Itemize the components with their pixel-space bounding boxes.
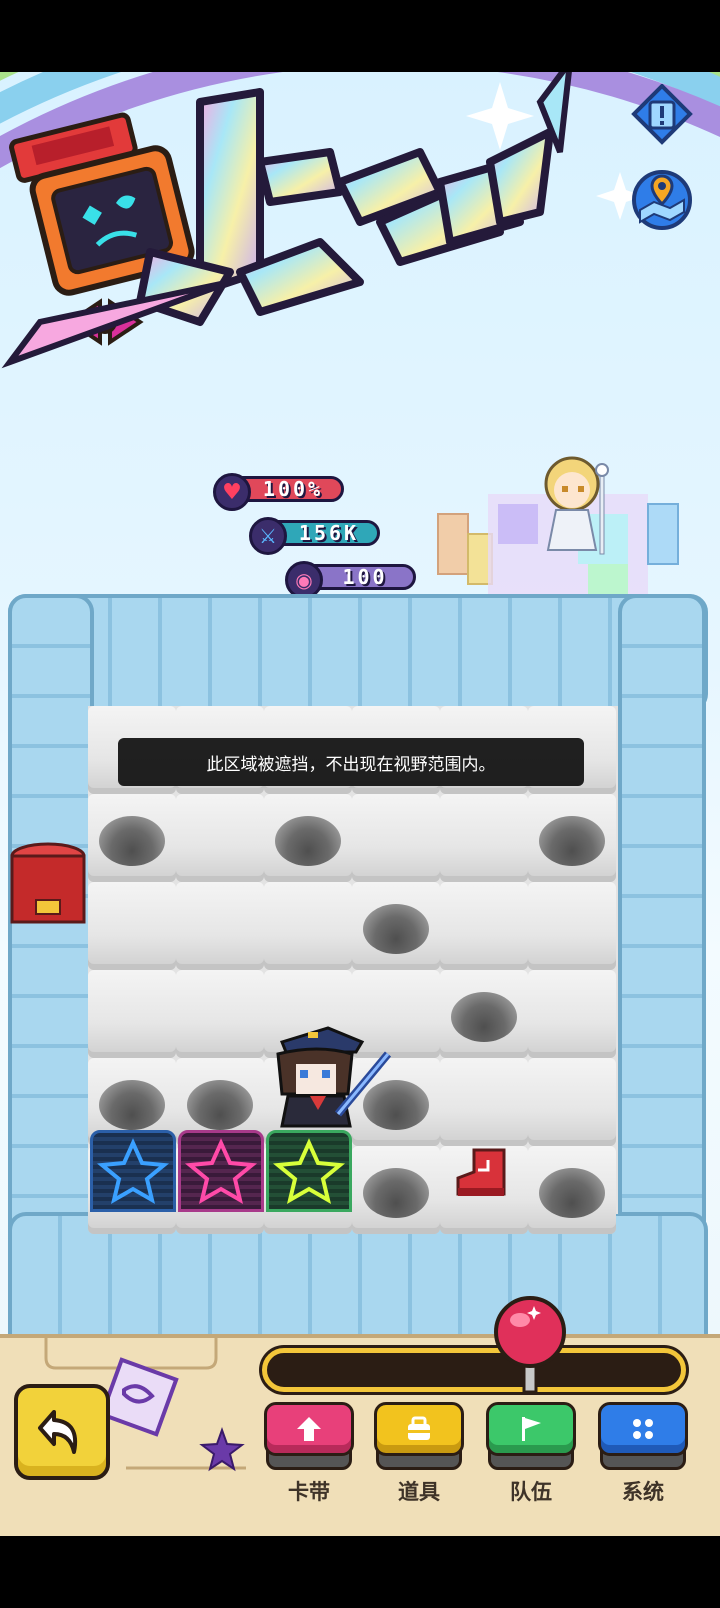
star-icon [272, 1138, 346, 1205]
floor-tile[interactable] [352, 794, 440, 882]
boot-item-icon[interactable] [456, 1146, 516, 1202]
items-button-label: 道具 [398, 1480, 440, 1504]
team-button-label: 队伍 [510, 1480, 552, 1504]
floor-tile[interactable] [264, 882, 352, 970]
floor-hole [539, 1168, 605, 1218]
grid-dots-icon [633, 1419, 653, 1439]
player-character[interactable] [268, 1024, 398, 1134]
floor-tile[interactable] [528, 1058, 616, 1146]
gem-stat: ◉ 100 [285, 561, 416, 599]
floor-tile[interactable] [88, 970, 176, 1058]
system-button[interactable] [598, 1402, 688, 1474]
game-scene: ♥ 100% ⚔ 156K ◉ 100 此区域被遮挡，不出现在视野范围内。 [0, 72, 720, 1536]
energy-bar [262, 1348, 686, 1392]
map-button[interactable] [630, 166, 694, 230]
floor-tile[interactable] [176, 794, 264, 882]
star-icon [96, 1138, 170, 1205]
floor-hole [363, 1168, 429, 1218]
sword-icon: ⚔ [249, 517, 287, 555]
npc-character[interactable] [428, 444, 690, 604]
items-button[interactable] [374, 1402, 464, 1474]
status-bar [0, 0, 720, 72]
up-arrow-icon [297, 1417, 321, 1441]
heart-icon: ♥ [213, 473, 251, 511]
floor-tile[interactable] [440, 794, 528, 882]
floor-hole [99, 816, 165, 866]
map-pin-icon [632, 170, 692, 230]
game-logo [0, 72, 720, 369]
back-arrow-icon [38, 1410, 77, 1454]
floor-tile[interactable] [176, 970, 264, 1058]
flag-icon [522, 1417, 541, 1441]
alert-button[interactable] [630, 83, 694, 148]
notice-text: 此区域被遮挡，不出现在视野范围内。 [206, 754, 496, 775]
floor-hole [451, 992, 517, 1042]
navigation-bar [0, 1536, 720, 1608]
system-button-label: 系统 [622, 1480, 664, 1504]
hp-stat: ♥ 100% [213, 473, 344, 511]
floor-tile[interactable] [440, 1058, 528, 1146]
floor-tile[interactable] [440, 882, 528, 970]
floor-tile[interactable] [88, 882, 176, 970]
star-pad-green[interactable] [266, 1130, 352, 1212]
floor-hole [363, 904, 429, 954]
floor-hole [539, 816, 605, 866]
team-button[interactable] [486, 1402, 576, 1474]
tape-button-label: 卡带 [288, 1480, 330, 1504]
back-button[interactable] [14, 1384, 110, 1480]
star-pad-blue[interactable] [90, 1130, 176, 1212]
floor-tile[interactable] [528, 882, 616, 970]
tape-button[interactable] [264, 1402, 354, 1474]
joystick-icon[interactable] [490, 1296, 570, 1396]
floor-hole [187, 1080, 253, 1130]
floor-tile[interactable] [176, 882, 264, 970]
floor-hole [99, 1080, 165, 1130]
star-pad-pink[interactable] [178, 1130, 264, 1212]
floor-hole [275, 816, 341, 866]
star-icon [184, 1138, 258, 1205]
attack-stat: ⚔ 156K [249, 517, 380, 555]
visibility-notice: 此区域被遮挡，不出现在视野范围内。 [118, 738, 584, 786]
mailbox-icon[interactable] [8, 842, 88, 928]
floor-tile[interactable] [528, 970, 616, 1058]
alert-icon [631, 83, 693, 145]
bag-icon [408, 1416, 430, 1440]
